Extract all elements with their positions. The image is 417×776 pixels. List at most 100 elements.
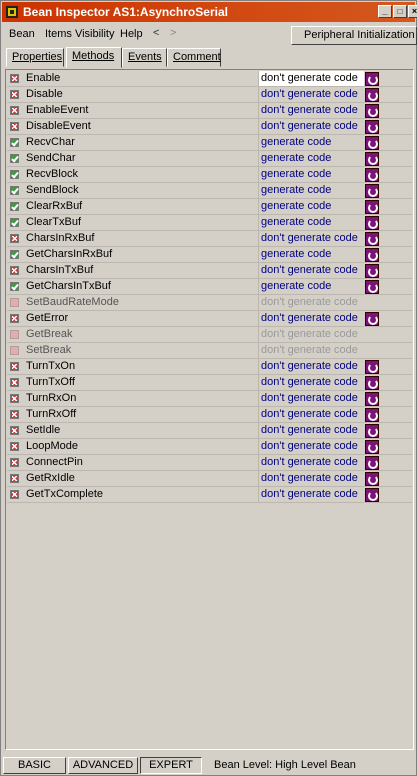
generate-state-icon[interactable] bbox=[10, 186, 19, 195]
method-row[interactable]: RecvBlock generate code bbox=[7, 167, 412, 183]
method-row[interactable]: CharsInTxBuf don't generate code bbox=[7, 263, 412, 279]
title-bar[interactable]: Bean Inspector AS1:AsynchroSerial _ □ × bbox=[2, 2, 417, 22]
method-value[interactable]: don't generate code bbox=[259, 439, 364, 454]
method-value[interactable]: generate code bbox=[259, 199, 364, 214]
method-value[interactable]: don't generate code bbox=[259, 407, 364, 422]
method-value[interactable]: don't generate code bbox=[259, 231, 364, 246]
disabled-state-icon[interactable] bbox=[10, 122, 19, 131]
generate-state-icon[interactable] bbox=[10, 170, 19, 179]
toggle-code-icon[interactable] bbox=[365, 216, 379, 230]
method-value[interactable]: don't generate code bbox=[259, 471, 364, 486]
tab-methods[interactable]: Methods bbox=[66, 47, 122, 68]
toggle-code-icon[interactable] bbox=[365, 312, 379, 326]
method-row[interactable]: SendChar generate code bbox=[7, 151, 412, 167]
disabled-state-icon[interactable] bbox=[10, 378, 19, 387]
basic-button[interactable]: BASIC bbox=[3, 757, 66, 774]
close-button[interactable]: × bbox=[408, 5, 417, 18]
toggle-code-icon[interactable] bbox=[365, 456, 379, 470]
method-value[interactable]: don't generate code bbox=[259, 87, 364, 102]
toggle-code-icon[interactable] bbox=[365, 120, 379, 134]
method-row[interactable]: TurnTxOff don't generate code bbox=[7, 375, 412, 391]
disabled-state-icon[interactable] bbox=[10, 106, 19, 115]
method-value[interactable]: generate code bbox=[259, 247, 364, 262]
method-value[interactable]: don't generate code bbox=[259, 119, 364, 134]
toggle-code-icon[interactable] bbox=[365, 168, 379, 182]
method-row[interactable]: ClearTxBuf generate code bbox=[7, 215, 412, 231]
method-value[interactable]: don't generate code bbox=[259, 487, 364, 502]
method-row[interactable]: Enable don't generate code bbox=[7, 71, 412, 87]
toggle-code-icon[interactable] bbox=[365, 200, 379, 214]
method-row[interactable]: Disable don't generate code bbox=[7, 87, 412, 103]
method-value[interactable]: don't generate code bbox=[259, 263, 364, 278]
method-row[interactable]: CharsInRxBuf don't generate code bbox=[7, 231, 412, 247]
disabled-state-icon[interactable] bbox=[10, 346, 19, 355]
tab-events[interactable]: Events bbox=[122, 48, 167, 67]
toggle-code-icon[interactable] bbox=[365, 232, 379, 246]
tab-comment[interactable]: Comment bbox=[167, 48, 221, 67]
generate-state-icon[interactable] bbox=[10, 282, 19, 291]
method-row[interactable]: TurnRxOff don't generate code bbox=[7, 407, 412, 423]
method-row[interactable]: GetCharsInRxBuf generate code bbox=[7, 247, 412, 263]
expert-button[interactable]: EXPERT bbox=[140, 757, 202, 774]
method-value[interactable]: don't generate code bbox=[259, 103, 364, 118]
method-value[interactable]: don't generate code bbox=[259, 375, 364, 390]
peripheral-initialization-button[interactable]: Peripheral Initialization > bbox=[291, 26, 417, 45]
method-value[interactable]: don't generate code bbox=[259, 391, 364, 406]
generate-state-icon[interactable] bbox=[10, 250, 19, 259]
toggle-code-icon[interactable] bbox=[365, 408, 379, 422]
method-row[interactable]: RecvChar generate code bbox=[7, 135, 412, 151]
toggle-code-icon[interactable] bbox=[365, 424, 379, 438]
method-row[interactable]: EnableEvent don't generate code bbox=[7, 103, 412, 119]
disabled-state-icon[interactable] bbox=[10, 330, 19, 339]
method-value[interactable]: generate code bbox=[259, 279, 364, 294]
menu-bean[interactable]: Bean bbox=[9, 28, 35, 40]
method-value[interactable]: generate code bbox=[259, 135, 364, 150]
disabled-state-icon[interactable] bbox=[10, 266, 19, 275]
method-row[interactable]: LoopMode don't generate code bbox=[7, 439, 412, 455]
disabled-state-icon[interactable] bbox=[10, 314, 19, 323]
toggle-code-icon[interactable] bbox=[365, 280, 379, 294]
toggle-code-icon[interactable] bbox=[365, 360, 379, 374]
maximize-button[interactable]: □ bbox=[393, 5, 407, 18]
disabled-state-icon[interactable] bbox=[10, 490, 19, 499]
disabled-state-icon[interactable] bbox=[10, 458, 19, 467]
method-row[interactable]: ConnectPin don't generate code bbox=[7, 455, 412, 471]
disabled-state-icon[interactable] bbox=[10, 410, 19, 419]
method-row[interactable]: GetTxComplete don't generate code bbox=[7, 487, 412, 503]
toggle-code-icon[interactable] bbox=[365, 264, 379, 278]
method-row[interactable]: GetRxIdle don't generate code bbox=[7, 471, 412, 487]
disabled-state-icon[interactable] bbox=[10, 394, 19, 403]
method-value[interactable]: generate code bbox=[259, 167, 364, 182]
method-row[interactable]: ClearRxBuf generate code bbox=[7, 199, 412, 215]
disabled-state-icon[interactable] bbox=[10, 74, 19, 83]
toggle-code-icon[interactable] bbox=[365, 136, 379, 150]
method-row[interactable]: GetBreak don't generate code bbox=[7, 327, 412, 343]
method-row[interactable]: GetError don't generate code bbox=[7, 311, 412, 327]
toggle-code-icon[interactable] bbox=[365, 472, 379, 486]
toggle-code-icon[interactable] bbox=[365, 72, 379, 86]
method-row[interactable]: SetBreak don't generate code bbox=[7, 343, 412, 359]
toggle-code-icon[interactable] bbox=[365, 152, 379, 166]
disabled-state-icon[interactable] bbox=[10, 426, 19, 435]
method-row[interactable]: TurnTxOn don't generate code bbox=[7, 359, 412, 375]
method-row[interactable]: DisableEvent don't generate code bbox=[7, 119, 412, 135]
nav-right-icon[interactable]: > bbox=[170, 27, 176, 39]
menu-items-visibility[interactable]: Items Visibility bbox=[45, 28, 114, 40]
method-value[interactable]: don't generate code bbox=[259, 455, 364, 470]
method-row[interactable]: SetBaudRateMode don't generate code bbox=[7, 295, 412, 311]
advanced-button[interactable]: ADVANCED bbox=[68, 757, 138, 774]
disabled-state-icon[interactable] bbox=[10, 298, 19, 307]
menu-help[interactable]: Help bbox=[120, 28, 143, 40]
toggle-code-icon[interactable] bbox=[365, 392, 379, 406]
generate-state-icon[interactable] bbox=[10, 218, 19, 227]
generate-state-icon[interactable] bbox=[10, 154, 19, 163]
method-value[interactable]: don't generate code bbox=[259, 359, 364, 374]
toggle-code-icon[interactable] bbox=[365, 488, 379, 502]
method-value[interactable]: don't generate code bbox=[259, 71, 364, 86]
disabled-state-icon[interactable] bbox=[10, 442, 19, 451]
disabled-state-icon[interactable] bbox=[10, 362, 19, 371]
method-value[interactable]: generate code bbox=[259, 215, 364, 230]
toggle-code-icon[interactable] bbox=[365, 248, 379, 262]
method-value[interactable]: generate code bbox=[259, 183, 364, 198]
toggle-code-icon[interactable] bbox=[365, 440, 379, 454]
